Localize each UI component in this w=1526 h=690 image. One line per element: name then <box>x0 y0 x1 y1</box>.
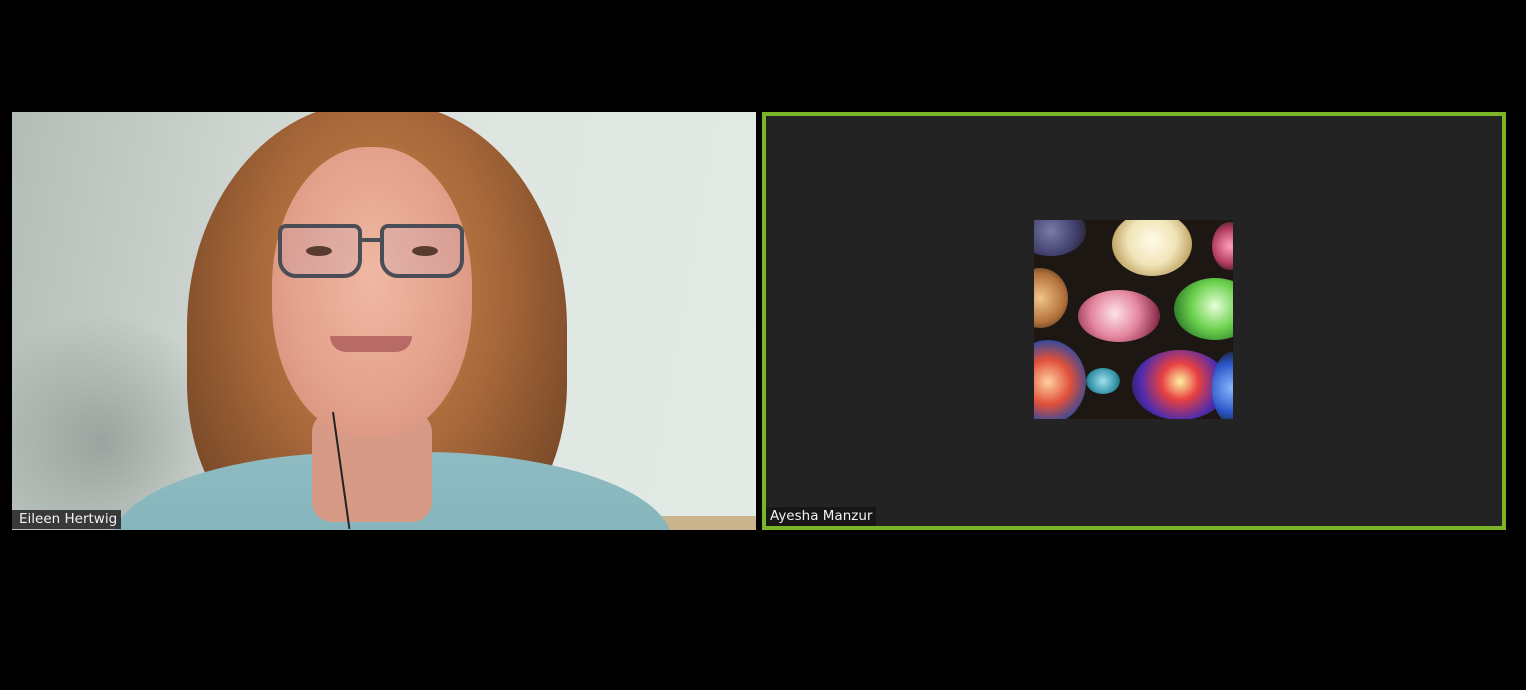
participant-name-label: Ayesha Manzur <box>766 507 877 526</box>
participant-glasses <box>278 224 468 282</box>
participant-tile-eileen-hertwig[interactable]: Eileen Hertwig <box>12 112 756 530</box>
participant-avatar-image <box>1034 220 1233 419</box>
meeting-gallery-view: Eileen Hertwig Ayesha Manzur <box>0 0 1526 690</box>
participant-name-label: Eileen Hertwig <box>12 510 122 529</box>
participant-face <box>272 147 472 437</box>
participant-mouth <box>330 336 412 352</box>
participant-tile-ayesha-manzur[interactable]: Ayesha Manzur <box>762 112 1506 530</box>
